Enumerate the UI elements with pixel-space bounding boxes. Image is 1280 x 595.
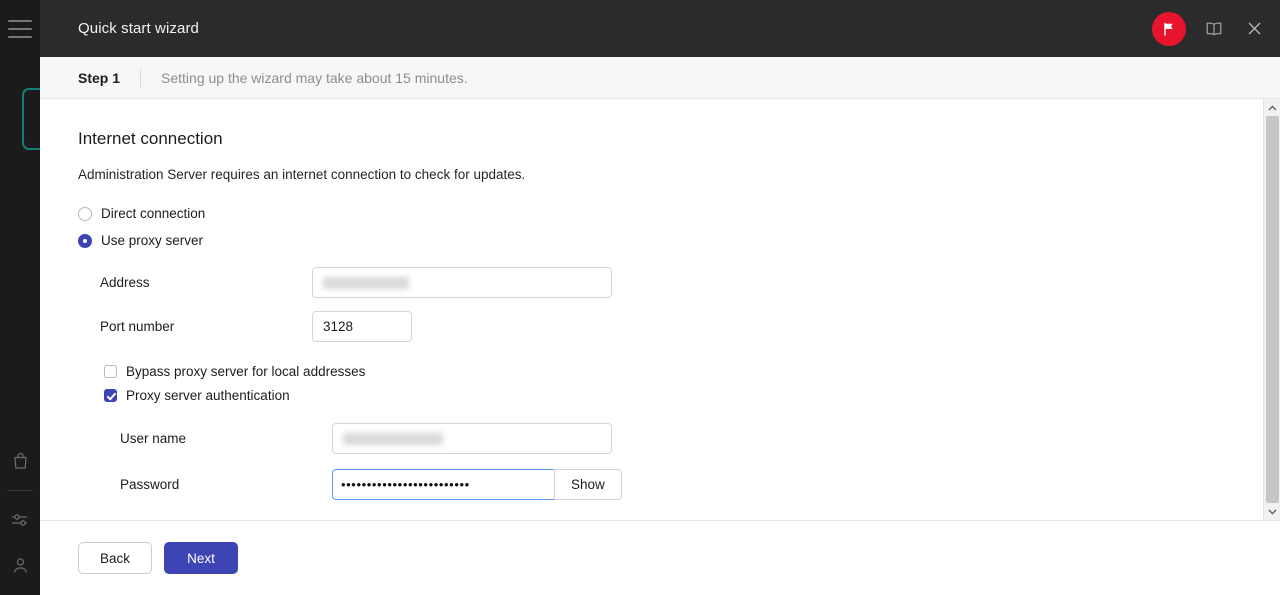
address-redacted-value — [323, 277, 409, 289]
rail-item-bag[interactable] — [0, 438, 40, 484]
section-description: Administration Server requires an intern… — [78, 167, 1225, 182]
hamburger-menu-icon[interactable] — [8, 20, 32, 38]
rail-divider — [7, 490, 33, 491]
back-button[interactable]: Back — [78, 542, 152, 574]
step-strip: Step 1 Setting up the wizard may take ab… — [40, 57, 1280, 99]
modal-title: Quick start wizard — [78, 20, 199, 37]
step-label: Step 1 — [78, 70, 120, 86]
checkbox-bypass-proxy[interactable]: Bypass proxy server for local addresses — [78, 359, 1225, 383]
checkbox-bypass-proxy-indicator — [104, 365, 117, 378]
app-root: Quick start wizard — [0, 0, 1280, 595]
close-icon — [1246, 20, 1263, 37]
modal-body: Internet connection Administration Serve… — [40, 99, 1280, 520]
checkbox-bypass-proxy-label: Bypass proxy server for local addresses — [126, 364, 365, 379]
header-actions — [1152, 0, 1266, 57]
app-sidebar-rail — [0, 0, 40, 595]
port-number-input[interactable]: 3128 — [312, 311, 412, 342]
user-name-label: User name — [78, 431, 332, 446]
close-button[interactable] — [1242, 17, 1266, 41]
checkbox-proxy-authentication-label: Proxy server authentication — [126, 388, 290, 403]
user-icon — [12, 557, 29, 575]
flag-icon — [1161, 21, 1177, 37]
chevron-down-icon — [1268, 509, 1277, 515]
radio-use-proxy-server-indicator — [78, 234, 92, 248]
radio-direct-connection[interactable]: Direct connection — [78, 200, 1225, 227]
step-hint: Setting up the wizard may take about 15 … — [161, 70, 468, 86]
rail-item-settings[interactable] — [0, 497, 40, 543]
scroll-up-button[interactable] — [1264, 99, 1280, 116]
port-number-label: Port number — [78, 319, 312, 334]
address-row: Address — [78, 267, 1225, 298]
quick-start-wizard-modal: Quick start wizard — [40, 0, 1280, 595]
radio-direct-connection-indicator — [78, 207, 92, 221]
next-button[interactable]: Next — [164, 542, 238, 574]
checkbox-proxy-authentication[interactable]: Proxy server authentication — [78, 383, 1225, 407]
port-row: Port number 3128 — [78, 311, 1225, 342]
address-input[interactable] — [312, 267, 612, 298]
sliders-icon — [11, 512, 30, 528]
bag-icon — [12, 452, 29, 470]
rail-item-user[interactable] — [0, 543, 40, 589]
password-show-button[interactable]: Show — [554, 469, 622, 500]
rail-icon-group — [0, 438, 40, 589]
password-input[interactable]: ••••••••••••••••••••••••• — [332, 469, 554, 500]
flag-badge-button[interactable] — [1152, 12, 1186, 46]
address-label: Address — [78, 275, 312, 290]
scrollbar-track[interactable] — [1264, 116, 1280, 503]
scroll-down-button[interactable] — [1264, 503, 1280, 520]
password-row: Password ••••••••••••••••••••••••• Show — [78, 469, 1225, 500]
book-icon — [1205, 21, 1223, 37]
vertical-scrollbar[interactable] — [1263, 99, 1280, 520]
radio-use-proxy-server[interactable]: Use proxy server — [78, 227, 1225, 254]
scrollbar-thumb[interactable] — [1266, 116, 1279, 503]
help-book-button[interactable] — [1202, 17, 1226, 41]
form-scroll-area: Internet connection Administration Serve… — [40, 99, 1263, 520]
step-divider — [140, 69, 141, 87]
user-name-redacted-value — [343, 433, 443, 445]
radio-direct-connection-label: Direct connection — [101, 206, 205, 221]
modal-footer: Back Next — [40, 520, 1280, 595]
modal-header: Quick start wizard — [40, 0, 1280, 57]
user-name-input[interactable] — [332, 423, 612, 454]
password-group: ••••••••••••••••••••••••• Show — [332, 469, 622, 500]
checkbox-proxy-authentication-indicator — [104, 389, 117, 402]
radio-use-proxy-server-label: Use proxy server — [101, 233, 203, 248]
chevron-up-icon — [1268, 105, 1277, 111]
page-title: Internet connection — [78, 129, 1225, 149]
password-label: Password — [78, 477, 332, 492]
user-name-row: User name — [78, 423, 1225, 454]
